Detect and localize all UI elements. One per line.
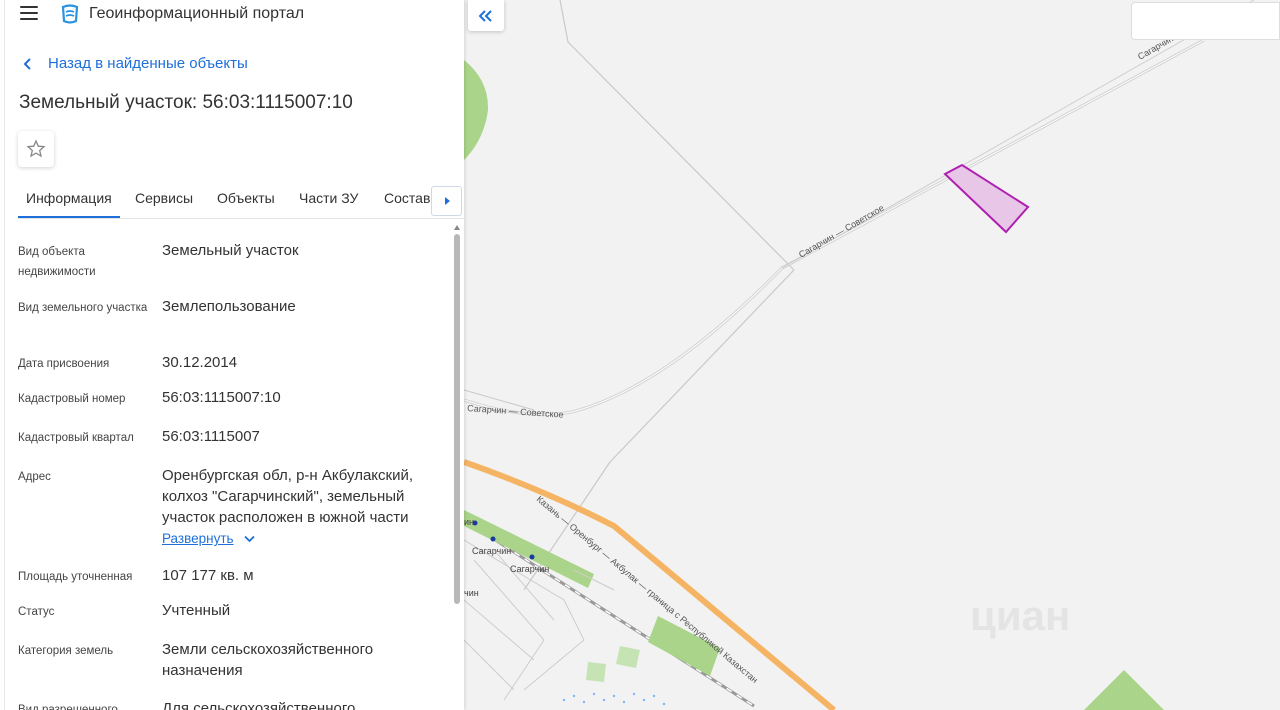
tab-services[interactable]: Сервисы	[135, 183, 193, 216]
expand-address-link[interactable]: Развернуть	[162, 531, 255, 546]
chevron-down-icon	[243, 535, 255, 542]
field-value: Земли сельскохозяйственного назначения	[162, 641, 374, 679]
map-view[interactable]: Сагарчин — Советское Сагарчин Сагарчин —…	[464, 0, 1280, 710]
green-patch	[586, 662, 606, 682]
field-label: Вид земельного участка	[18, 302, 148, 314]
double-chevron-left-icon	[479, 9, 492, 22]
field-label: Вид объекта недвижимости	[18, 246, 96, 278]
map-background	[464, 0, 1280, 710]
tab-objects[interactable]: Объекты	[217, 183, 275, 216]
chevron-left-icon	[23, 57, 31, 70]
tab-composition[interactable]: Состав	[384, 183, 430, 216]
info-panel: Геоинформационный портал Назад в найденн…	[0, 0, 464, 710]
watermark: циан	[970, 592, 1070, 639]
tabs-scroll-right-button[interactable]	[431, 186, 462, 216]
field-value: 56:03:1115007:10	[162, 389, 281, 406]
field-label: Статус	[18, 606, 55, 618]
app-header: Геоинформационный портал	[0, 0, 464, 28]
collapse-panel-button[interactable]	[468, 0, 504, 31]
settlement-label: Сагарчин	[472, 546, 511, 556]
field-label: Кадастровый номер	[18, 393, 126, 405]
app-title: Геоинформационный портал	[89, 5, 305, 22]
caret-right-icon	[444, 197, 450, 205]
field-value: Для сельскохозяйственного	[162, 700, 356, 710]
back-link-label: Назад в найденные объекты	[48, 55, 248, 72]
green-patch	[616, 646, 640, 668]
field-value: Землепользование	[162, 298, 296, 315]
field-value: 107 177 кв. м	[162, 567, 254, 584]
page-title: Земельный участок: 56:03:1115007:10	[19, 92, 353, 113]
favorite-button[interactable]	[18, 131, 54, 167]
station-marker	[529, 554, 535, 560]
field-label: Категория земель	[18, 645, 114, 657]
back-to-results-link[interactable]: Назад в найденные объекты	[22, 55, 248, 72]
settlement-label: чин	[464, 588, 479, 598]
field-label: Кадастровый квартал	[18, 432, 134, 444]
map-search-input[interactable]	[1131, 2, 1280, 40]
field-value: 56:03:1115007	[162, 428, 260, 445]
star-icon	[26, 139, 46, 158]
field-value: 30.12.2014	[162, 354, 238, 371]
field-label: Дата присвоения	[18, 358, 110, 370]
map-canvas[interactable]: Сагарчин — Советское Сагарчин Сагарчин —…	[464, 0, 1280, 710]
status-value: Учтенный	[162, 602, 231, 619]
scroll-up-arrow[interactable]	[454, 225, 460, 230]
field-label: Площадь уточненная	[18, 571, 133, 583]
field-label: Вид разрешенного	[18, 704, 118, 710]
station-marker	[490, 536, 496, 542]
address-value: Оренбургская обл, р-н Акбулакский, колхо…	[162, 467, 414, 526]
field-label: Адрес	[18, 471, 51, 483]
hamburger-menu-icon[interactable]	[20, 6, 38, 20]
tab-parts[interactable]: Части ЗУ	[299, 183, 358, 216]
panel-scrollbar[interactable]	[454, 234, 460, 604]
field-value: Земельный участок	[162, 242, 299, 259]
settlement-label: Сагарчин	[510, 564, 549, 574]
portal-logo-icon	[61, 4, 79, 24]
expand-label: Развернуть	[162, 531, 234, 546]
tab-bar: Информация Сервисы Объекты Части ЗУ Сост…	[18, 183, 464, 219]
tab-info[interactable]: Информация	[18, 183, 120, 218]
settlement-label: ин	[464, 517, 474, 527]
